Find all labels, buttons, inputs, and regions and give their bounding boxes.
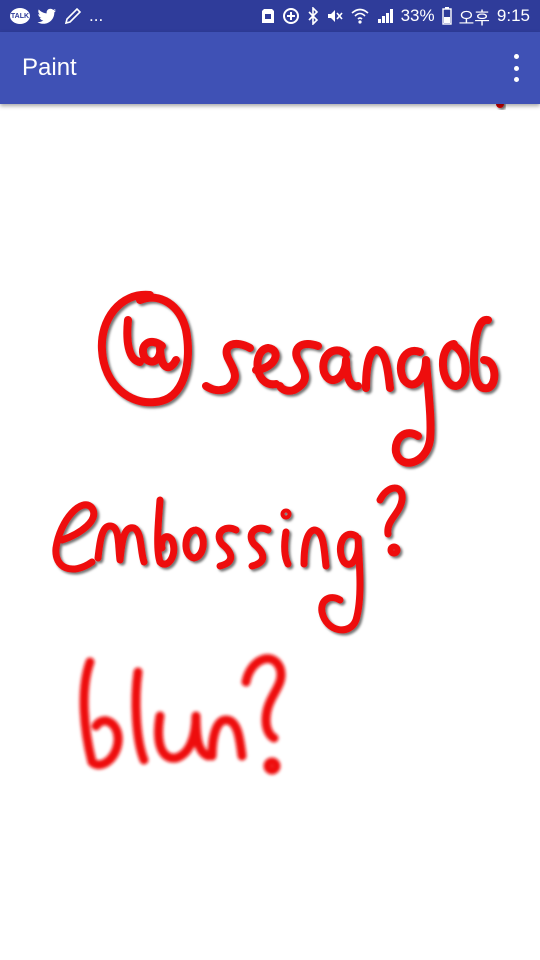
more-notifications: ... bbox=[89, 6, 104, 25]
sd-card-icon bbox=[261, 9, 274, 23]
battery-percent: 33% bbox=[400, 6, 435, 25]
system-status: 33% 오후 9:15 bbox=[261, 4, 530, 29]
stray-dot bbox=[496, 104, 504, 108]
bluetooth-icon bbox=[308, 7, 318, 25]
handwriting-embossing bbox=[52, 484, 406, 634]
app-bar: Paint bbox=[0, 32, 540, 104]
handwriting-layer bbox=[52, 104, 504, 775]
status-bar: TALK ... 33% 오후 9:15 bbox=[0, 0, 540, 32]
pencil-icon bbox=[64, 7, 82, 25]
mute-icon bbox=[327, 10, 343, 22]
sync-icon bbox=[282, 8, 299, 24]
overflow-menu-icon[interactable] bbox=[508, 54, 524, 82]
signal-icon bbox=[377, 9, 393, 23]
handwriting-blur bbox=[79, 654, 286, 775]
notification-icons: TALK ... bbox=[10, 6, 103, 26]
wifi-icon bbox=[351, 8, 369, 24]
drawing-canvas[interactable] bbox=[0, 104, 540, 960]
twitter-icon bbox=[37, 8, 56, 24]
clock-time: 9:15 bbox=[496, 6, 530, 25]
time-ampm: 오후 bbox=[458, 8, 490, 28]
battery-icon bbox=[441, 7, 452, 25]
handwriting-sesang06 bbox=[97, 290, 499, 467]
app-title: Paint bbox=[22, 54, 77, 81]
kakaotalk-icon: TALK bbox=[10, 8, 30, 24]
